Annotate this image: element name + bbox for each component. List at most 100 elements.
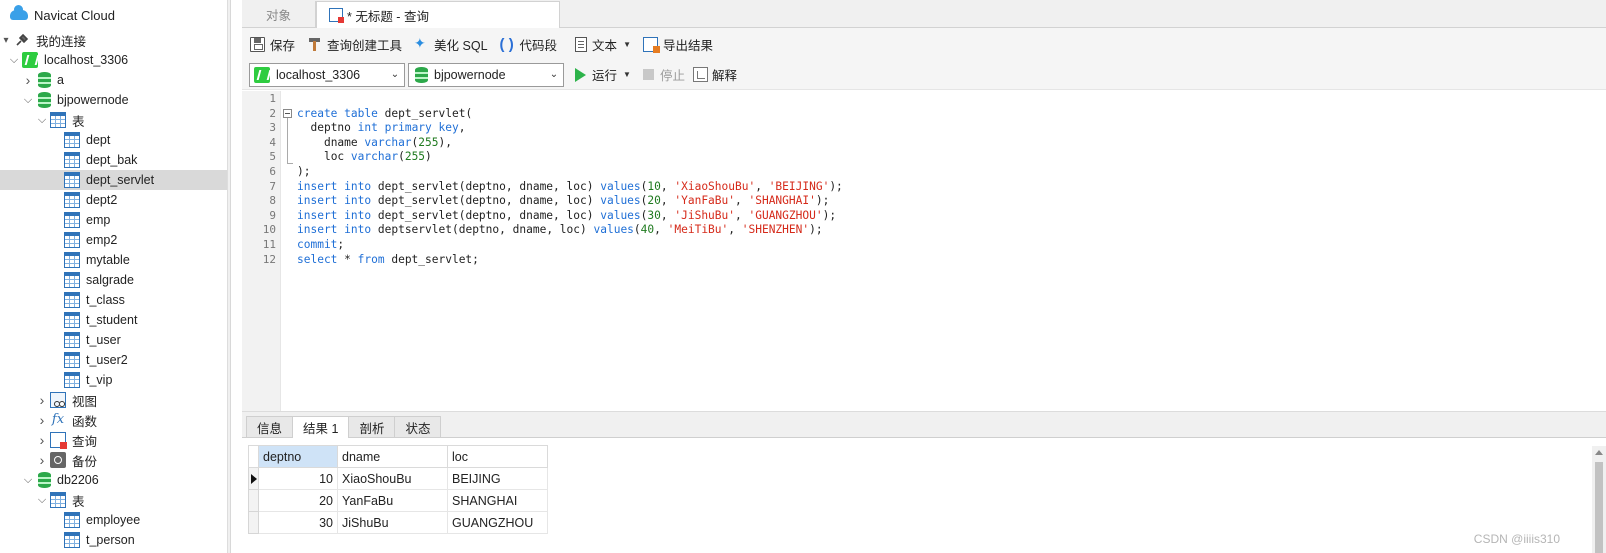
tree-item-folder[interactable]: ⌵ 表 [0, 110, 230, 130]
code-line[interactable]: select * from dept_servlet; [297, 253, 843, 268]
code-line[interactable]: create table dept_servlet( [297, 107, 843, 122]
tree-item-t_user2[interactable]: t_user2 [0, 350, 230, 370]
column-header-dname[interactable]: dname [337, 445, 448, 468]
tree-item-salgrade[interactable]: salgrade [0, 270, 230, 290]
code-line[interactable]: loc varchar(255) [297, 150, 843, 165]
chevron-down-icon[interactable]: ▼ [623, 70, 631, 79]
chevron-down-icon[interactable]: ⌵ [36, 494, 48, 507]
tree-item-folder[interactable]: ⌵ 表 [0, 490, 230, 510]
cell-deptno[interactable]: 10 [258, 467, 338, 490]
scrollbar-thumb[interactable] [1595, 462, 1603, 553]
tab-objects[interactable]: 对象 [242, 1, 316, 27]
chevron-down-icon[interactable]: ▾ [0, 35, 12, 46]
tab-untitled-query[interactable]: * 无标题 - 查询 [316, 1, 560, 28]
explain-button[interactable]: 解释 [692, 65, 737, 84]
tree-item-t_person[interactable]: t_person [0, 530, 230, 550]
sidebar-scrollbar[interactable] [227, 0, 230, 553]
text-mode-dropdown[interactable]: 文本 ▼ [575, 35, 631, 54]
code-line[interactable]: commit; [297, 238, 843, 253]
grid-scrollbar[interactable] [1592, 446, 1606, 553]
cell-loc[interactable]: SHANGHAI [447, 489, 548, 512]
scroll-up-icon[interactable] [1595, 450, 1603, 455]
my-connections-row[interactable]: ▾ 我的连接 [0, 30, 230, 50]
row-indicator[interactable] [248, 511, 259, 534]
code-line[interactable]: dname varchar(255), [297, 136, 843, 151]
table-icon [64, 132, 80, 148]
tree-item-db2206[interactable]: ⌵ db2206 [0, 470, 230, 490]
connection-select[interactable]: localhost_3306 ⌄ [249, 62, 405, 87]
save-button[interactable]: 保存 [250, 35, 295, 54]
tree-item-dept[interactable]: dept [0, 130, 230, 150]
table-row[interactable]: 10 XiaoShouBu BEIJING [248, 467, 548, 490]
tree-item-dept_bak[interactable]: dept_bak [0, 150, 230, 170]
tree-item-folder[interactable]: › 备份 [0, 450, 230, 470]
chevron-down-icon[interactable]: ⌵ [36, 114, 48, 127]
chevron-down-icon[interactable]: ⌵ [8, 54, 20, 67]
tab-status[interactable]: 状态 [394, 416, 442, 437]
export-result-button[interactable]: 导出结果 [642, 35, 713, 54]
code-line[interactable]: ); [297, 165, 843, 180]
code-line[interactable]: insert into deptservlet(deptno, dname, l… [297, 223, 843, 238]
code-line[interactable]: insert into dept_servlet(deptno, dname, … [297, 194, 843, 209]
beautify-sql-button[interactable]: 美化 SQL [414, 35, 488, 54]
tree-item-folder[interactable]: › 查询 [0, 430, 230, 450]
fold-collapse-icon[interactable] [283, 109, 292, 118]
tree-item-emp2[interactable]: emp2 [0, 230, 230, 250]
table-row[interactable]: 30 JiShuBu GUANGZHOU [248, 511, 548, 534]
cell-loc[interactable]: BEIJING [447, 467, 548, 490]
code-line[interactable]: insert into dept_servlet(deptno, dname, … [297, 209, 843, 224]
code-area[interactable]: create table dept_servlet( deptno int pr… [297, 91, 843, 411]
tree-item-t_class[interactable]: t_class [0, 290, 230, 310]
cell-loc[interactable]: GUANGZHOU [447, 511, 548, 534]
chevron-down-icon[interactable]: ⌄ [386, 69, 404, 80]
chevron-down-icon[interactable]: ⌵ [22, 94, 34, 107]
tree-item-folder[interactable]: › fx 函数 [0, 410, 230, 430]
tree-item-t_vip[interactable]: t_vip [0, 370, 230, 390]
navicat-cloud-row[interactable]: Navicat Cloud [0, 0, 230, 30]
chevron-right-icon[interactable]: › [36, 452, 48, 468]
row-indicator[interactable] [248, 489, 259, 512]
chevron-right-icon[interactable]: › [22, 72, 34, 88]
tab-result-1[interactable]: 结果 1 [292, 416, 350, 438]
cell-deptno[interactable]: 20 [258, 489, 338, 512]
chevron-down-icon[interactable]: ⌄ [545, 69, 563, 80]
cell-deptno[interactable]: 30 [258, 511, 338, 534]
cell-dname[interactable]: JiShuBu [337, 511, 448, 534]
column-header-loc[interactable]: loc [447, 445, 548, 468]
tab-profile[interactable]: 剖析 [348, 416, 396, 437]
tree-item-a[interactable]: › a [0, 70, 230, 90]
chevron-right-icon[interactable]: › [36, 432, 48, 448]
tree-item-mytable[interactable]: mytable [0, 250, 230, 270]
code-line[interactable]: deptno int primary key, [297, 121, 843, 136]
code-line[interactable] [297, 92, 843, 107]
tree-item-bjpowernode[interactable]: ⌵ bjpowernode [0, 90, 230, 110]
cell-dname[interactable]: YanFaBu [337, 489, 448, 512]
cell-dname[interactable]: XiaoShouBu [337, 467, 448, 490]
tree-item-dept_servlet[interactable]: dept_servlet [0, 170, 230, 190]
sql-editor[interactable]: 1 2 3 4 5 6 7 8 9 10 11 12 create table dept_servle… [242, 91, 1606, 411]
run-button[interactable]: 运行 ▼ [575, 65, 631, 84]
chevron-right-icon[interactable]: › [36, 392, 48, 408]
tree-item-dept2[interactable]: dept2 [0, 190, 230, 210]
query-builder-button[interactable]: 查询创建工具 [307, 35, 402, 54]
table-row[interactable]: 20 YanFaBu SHANGHAI [248, 489, 548, 512]
fold-line [287, 118, 288, 163]
chevron-down-icon[interactable]: ⌵ [22, 474, 34, 487]
line-number: 8 [269, 194, 276, 208]
tree-item-t_user[interactable]: t_user [0, 330, 230, 350]
code-snippet-button[interactable]: ( ) 代码段 [500, 35, 558, 54]
stop-button[interactable]: 停止 [642, 65, 685, 84]
line-number: 5 [269, 150, 276, 164]
tree-item-employee[interactable]: employee [0, 510, 230, 530]
tree-item-emp[interactable]: emp [0, 210, 230, 230]
database-select[interactable]: bjpowernode ⌄ [408, 62, 564, 87]
row-indicator[interactable] [248, 467, 259, 490]
column-header-deptno[interactable]: deptno [258, 445, 338, 468]
code-line[interactable]: insert into dept_servlet(deptno, dname, … [297, 180, 843, 195]
tab-info[interactable]: 信息 [246, 416, 294, 437]
tree-item-folder[interactable]: › 视图 [0, 390, 230, 410]
result-grid[interactable]: deptno dname loc 10 XiaoShouBu BEIJING 20 Ya… [242, 440, 1606, 553]
chevron-right-icon[interactable]: › [36, 412, 48, 428]
tree-item-t_student[interactable]: t_student [0, 310, 230, 330]
tree-item-localhost_3306[interactable]: ⌵ localhost_3306 [0, 50, 230, 70]
